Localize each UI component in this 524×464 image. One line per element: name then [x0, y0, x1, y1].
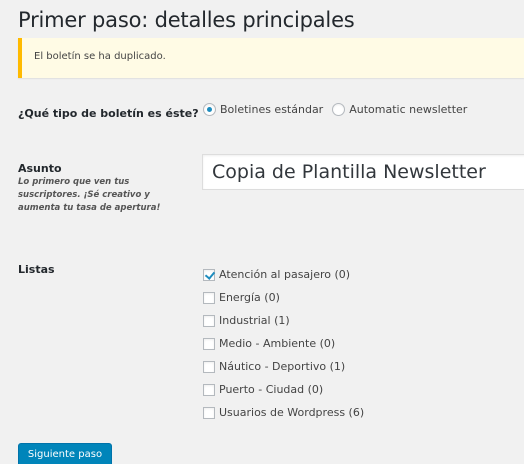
newsletter-type-label: ¿Qué tipo de boletín es éste?: [18, 107, 199, 120]
subject-help-text: Lo primero que ven tus suscriptores. ¡Sé…: [18, 177, 161, 213]
list-item[interactable]: Náutico - Deportivo (1): [203, 355, 364, 378]
list-item-label[interactable]: Medio - Ambiente (0): [219, 337, 335, 350]
radio-automatic-label[interactable]: Automatic newsletter: [349, 103, 467, 116]
radio-automatic-newsletter[interactable]: [332, 103, 346, 116]
subject-input[interactable]: [202, 154, 524, 190]
radio-standard-label[interactable]: Boletines estándar: [220, 103, 323, 116]
list-item-label[interactable]: Puerto - Ciudad (0): [219, 383, 323, 396]
list-item-label[interactable]: Usuarios de Wordpress (6): [219, 406, 364, 419]
lists-checkbox-group: Atención al pasajero (0) Energía (0) Ind…: [203, 263, 364, 424]
subject-label: Asunto: [18, 162, 62, 175]
list-checkbox[interactable]: [203, 406, 215, 419]
list-item[interactable]: Medio - Ambiente (0): [203, 332, 364, 355]
list-item-label[interactable]: Industrial (1): [219, 314, 290, 327]
list-item[interactable]: Usuarios de Wordpress (6): [203, 401, 364, 424]
list-checkbox[interactable]: [203, 360, 215, 373]
list-checkbox[interactable]: [203, 337, 215, 350]
list-checkbox[interactable]: [203, 383, 215, 396]
lists-label: Listas: [18, 263, 55, 276]
newsletter-editor-page: Primer paso: detalles principales El bol…: [0, 0, 524, 464]
duplicated-notice: El boletín se ha duplicado.: [18, 38, 524, 78]
list-checkbox[interactable]: [203, 314, 215, 327]
list-item[interactable]: Puerto - Ciudad (0): [203, 378, 364, 401]
list-item[interactable]: Atención al pasajero (0): [203, 263, 364, 286]
next-step-button[interactable]: Siguiente paso: [18, 443, 112, 464]
list-item-label[interactable]: Atención al pasajero (0): [219, 268, 350, 281]
notice-text: El boletín se ha duplicado.: [34, 51, 166, 62]
newsletter-type-options: Boletines estándar Automatic newsletter: [203, 103, 476, 116]
page-title: Primer paso: detalles principales: [18, 8, 355, 32]
list-item[interactable]: Industrial (1): [203, 309, 364, 332]
list-item[interactable]: Energía (0): [203, 286, 364, 309]
radio-standard-newsletter[interactable]: [203, 103, 216, 116]
list-item-label[interactable]: Náutico - Deportivo (1): [219, 360, 345, 373]
list-checkbox[interactable]: [203, 268, 215, 281]
list-checkbox[interactable]: [203, 291, 215, 304]
list-item-label[interactable]: Energía (0): [219, 291, 280, 304]
